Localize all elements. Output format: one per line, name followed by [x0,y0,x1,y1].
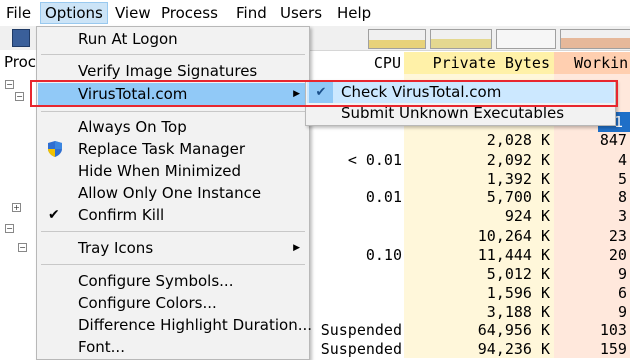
options-menu: Run At Logon Verify Image Signatures Vir… [36,26,312,360]
save-icon[interactable] [12,29,30,47]
checkmark-icon: ✔ [48,207,60,223]
column-headers: CPU Private Bytes Workin [305,52,630,74]
io-graph[interactable] [496,29,556,49]
menu-item-label: Tray Icons [78,239,154,257]
menu-item-always-on-top[interactable]: Always On Top [38,116,308,138]
tree-expander-icon[interactable]: − [5,80,14,89]
menu-item-verify-image-signatures[interactable]: Verify Image Signatures [38,60,308,82]
working-set-cell: 6, [617,284,630,302]
menu-item-label: Font... [78,338,125,356]
menu-item-hide-when-minimized[interactable]: Hide When Minimized [38,160,308,182]
submenu-arrow-icon: ▶ [293,89,300,99]
menu-item-label: Check VirusTotal.com [341,83,502,101]
cpu-cell: Suspended [320,340,402,358]
menu-item-configure-colors[interactable]: Configure Colors... [38,292,308,314]
menu-separator [41,54,305,55]
menu-item-label: Run At Logon [78,30,178,48]
menu-process[interactable]: Process [157,3,222,23]
menu-item-label: Replace Task Manager [78,140,245,158]
working-set-cell: 103, [599,321,630,339]
menu-separator [41,111,305,112]
private-bytes-cell: 5,012 K [486,265,550,283]
menu-file[interactable]: File [2,3,35,23]
working-set-cell: 8, [617,188,630,206]
tree-header[interactable]: Proc [4,53,36,71]
private-bytes-cell: 94,236 K [477,340,550,358]
menu-item-label: Configure Symbols... [78,272,234,290]
private-bytes-cell: 2,092 K [486,151,550,169]
working-set-cell: 9, [617,265,630,283]
private-bytes-cell: 11,444 K [477,246,550,264]
menu-view[interactable]: View [111,3,155,23]
menu-item-confirm-kill[interactable]: ✔ Confirm Kill [38,204,308,226]
cpu-cell [305,130,402,151]
cpu-cell: 0.01 [365,188,402,206]
working-set-cell: 20, [608,246,630,264]
menu-item-label: Configure Colors... [78,294,217,312]
menu-item-label: Always On Top [78,118,187,136]
private-bytes-cell: 2,028 K [486,131,550,149]
working-set-cell: 23, [608,227,630,245]
private-bytes-cell: 64,956 K [477,321,550,339]
selected-row-fragment: 1 [614,113,624,131]
menu-bar: File Options View Process Find Users Hel… [0,0,630,26]
menu-options[interactable]: Options [40,2,108,24]
menu-item-label: Hide When Minimized [78,162,241,180]
cpu-cell [305,206,402,227]
cpu-cell [305,226,402,247]
cpu-cell: < 0.01 [347,151,402,169]
cpu-cell [305,283,402,304]
menu-help[interactable]: Help [333,3,375,23]
working-set-cell: 159, [599,340,630,358]
menu-item-submit-unknown-executables[interactable]: Submit Unknown Executables [307,103,614,124]
memory-graph[interactable] [430,29,492,49]
cpu-cell: Suspended [320,321,402,339]
submenu-arrow-icon: ▶ [293,243,300,253]
private-bytes-cell: 5,700 K [486,188,550,206]
working-set-cell: 3, [617,207,630,225]
cpu-cell [305,264,402,285]
menu-separator [41,264,305,265]
working-set-cell: 847, [599,131,630,149]
tree-expander-icon[interactable]: + [12,203,21,212]
header-cpu[interactable]: CPU [305,52,401,74]
menu-separator [41,231,305,232]
checkmark-icon: ✔ [309,82,333,103]
menu-item-label: Confirm Kill [78,206,165,224]
menu-users[interactable]: Users [276,3,326,23]
menu-item-allow-one-instance[interactable]: Allow Only One Instance [38,182,308,204]
tree-expander-icon[interactable]: − [5,224,14,233]
virustotal-submenu: ✔ Check VirusTotal.com Submit Unknown Ex… [305,80,616,126]
menu-find[interactable]: Find [232,3,271,23]
menu-item-configure-symbols[interactable]: Configure Symbols... [38,270,308,292]
cpu-cell: 0.10 [365,246,402,264]
menu-item-font[interactable]: Font... [38,336,308,358]
private-bytes-cell: 924 K [504,207,550,225]
header-working-set[interactable]: Workin [554,52,630,74]
menu-item-tray-icons[interactable]: Tray Icons ▶ [38,237,308,259]
menu-item-run-at-logon[interactable]: Run At Logon [38,28,308,50]
menu-item-label: Verify Image Signatures [78,62,258,80]
menu-item-label: Submit Unknown Executables [341,104,565,122]
menu-item-label: Difference Highlight Duration... [78,316,313,334]
tree-expander-icon[interactable]: − [18,243,27,252]
private-bytes-cell: 1,596 K [486,284,550,302]
menu-item-label: VirusTotal.com [78,85,188,103]
gpu-graph[interactable] [560,29,630,49]
cpu-graph[interactable] [368,29,426,49]
private-bytes-cell: 10,264 K [477,227,550,245]
menu-item-check-virustotal[interactable]: ✔ Check VirusTotal.com [307,82,614,103]
menu-item-virustotal[interactable]: VirusTotal.com ▶ [38,83,308,105]
process-tree: Proc − − + − − [0,50,40,358]
working-set-cell: 4, [617,151,630,169]
menu-item-difference-highlight-duration[interactable]: Difference Highlight Duration... [38,314,312,336]
menu-item-replace-task-manager[interactable]: Replace Task Manager [38,138,308,160]
menu-item-label: Allow Only One Instance [78,184,262,202]
header-private-bytes[interactable]: Private Bytes [404,52,554,74]
tree-expander-icon[interactable]: − [15,92,24,101]
